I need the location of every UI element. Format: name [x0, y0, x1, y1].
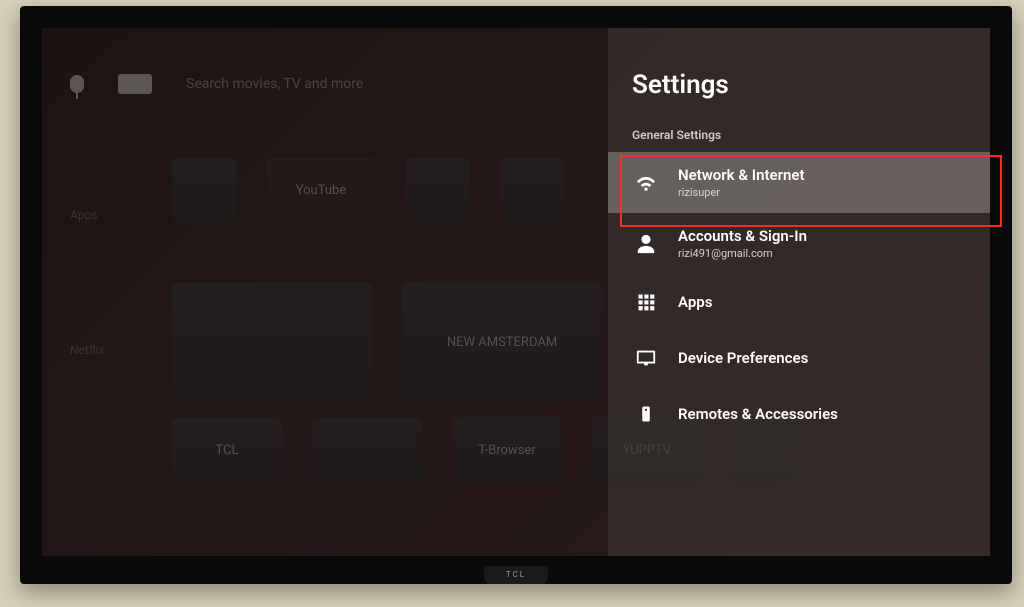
menu-item-label: Network & Internet	[678, 166, 805, 184]
menu-item-accounts[interactable]: Accounts & Sign-In rizi491@gmail.com	[608, 213, 990, 274]
apps-row: YouTube	[172, 158, 564, 222]
menu-item-apps[interactable]: Apps	[608, 274, 990, 330]
search-row: Search movies, TV and more	[70, 74, 363, 94]
featured-row: NEW AMSTERDAM	[172, 283, 602, 401]
account-icon	[632, 233, 660, 255]
tv-frame: Search movies, TV and more Apps YouTube …	[20, 6, 1012, 584]
featured-tile-new-amsterdam[interactable]: NEW AMSTERDAM	[402, 283, 602, 401]
app-tile-tbrowser[interactable]: T-Browser	[452, 418, 562, 482]
settings-panel: Settings General Settings Network & Inte…	[608, 28, 990, 556]
menu-item-network[interactable]: Network & Internet rizisuper	[608, 152, 990, 213]
search-placeholder[interactable]: Search movies, TV and more	[186, 76, 363, 92]
app-tile-youtube[interactable]: YouTube	[266, 158, 376, 222]
menu-item-label: Accounts & Sign-In	[678, 227, 807, 245]
apps-row-label: Apps	[70, 208, 98, 222]
menu-item-label: Device Preferences	[678, 349, 808, 367]
settings-section-label: General Settings	[608, 100, 990, 152]
menu-item-remotes[interactable]: Remotes & Accessories	[608, 386, 990, 442]
menu-item-sub: rizi491@gmail.com	[678, 247, 807, 260]
app-tile-generic-1[interactable]	[172, 158, 236, 222]
menu-item-sub: rizisuper	[678, 186, 805, 199]
app-tile-generic-4[interactable]	[312, 418, 422, 482]
menu-item-label: Apps	[678, 293, 712, 311]
keyboard-icon[interactable]	[118, 74, 152, 94]
app-tile-generic-2[interactable]	[406, 158, 470, 222]
tv-icon	[632, 347, 660, 369]
featured-tile-1[interactable]	[172, 283, 372, 401]
settings-title: Settings	[608, 70, 990, 100]
app-tile-generic-3[interactable]	[500, 158, 564, 222]
wifi-icon	[632, 172, 660, 194]
tv-screen: Search movies, TV and more Apps YouTube …	[42, 28, 990, 556]
menu-item-device-preferences[interactable]: Device Preferences	[608, 330, 990, 386]
netflix-row-label: Netflix	[70, 343, 105, 357]
remote-icon	[632, 403, 660, 425]
tv-brand-logo: TCL	[484, 566, 548, 584]
menu-item-label: Remotes & Accessories	[678, 405, 838, 423]
mic-icon[interactable]	[70, 75, 84, 93]
apps-grid-icon	[632, 292, 660, 312]
app-tile-tcl[interactable]: TCL	[172, 418, 282, 482]
